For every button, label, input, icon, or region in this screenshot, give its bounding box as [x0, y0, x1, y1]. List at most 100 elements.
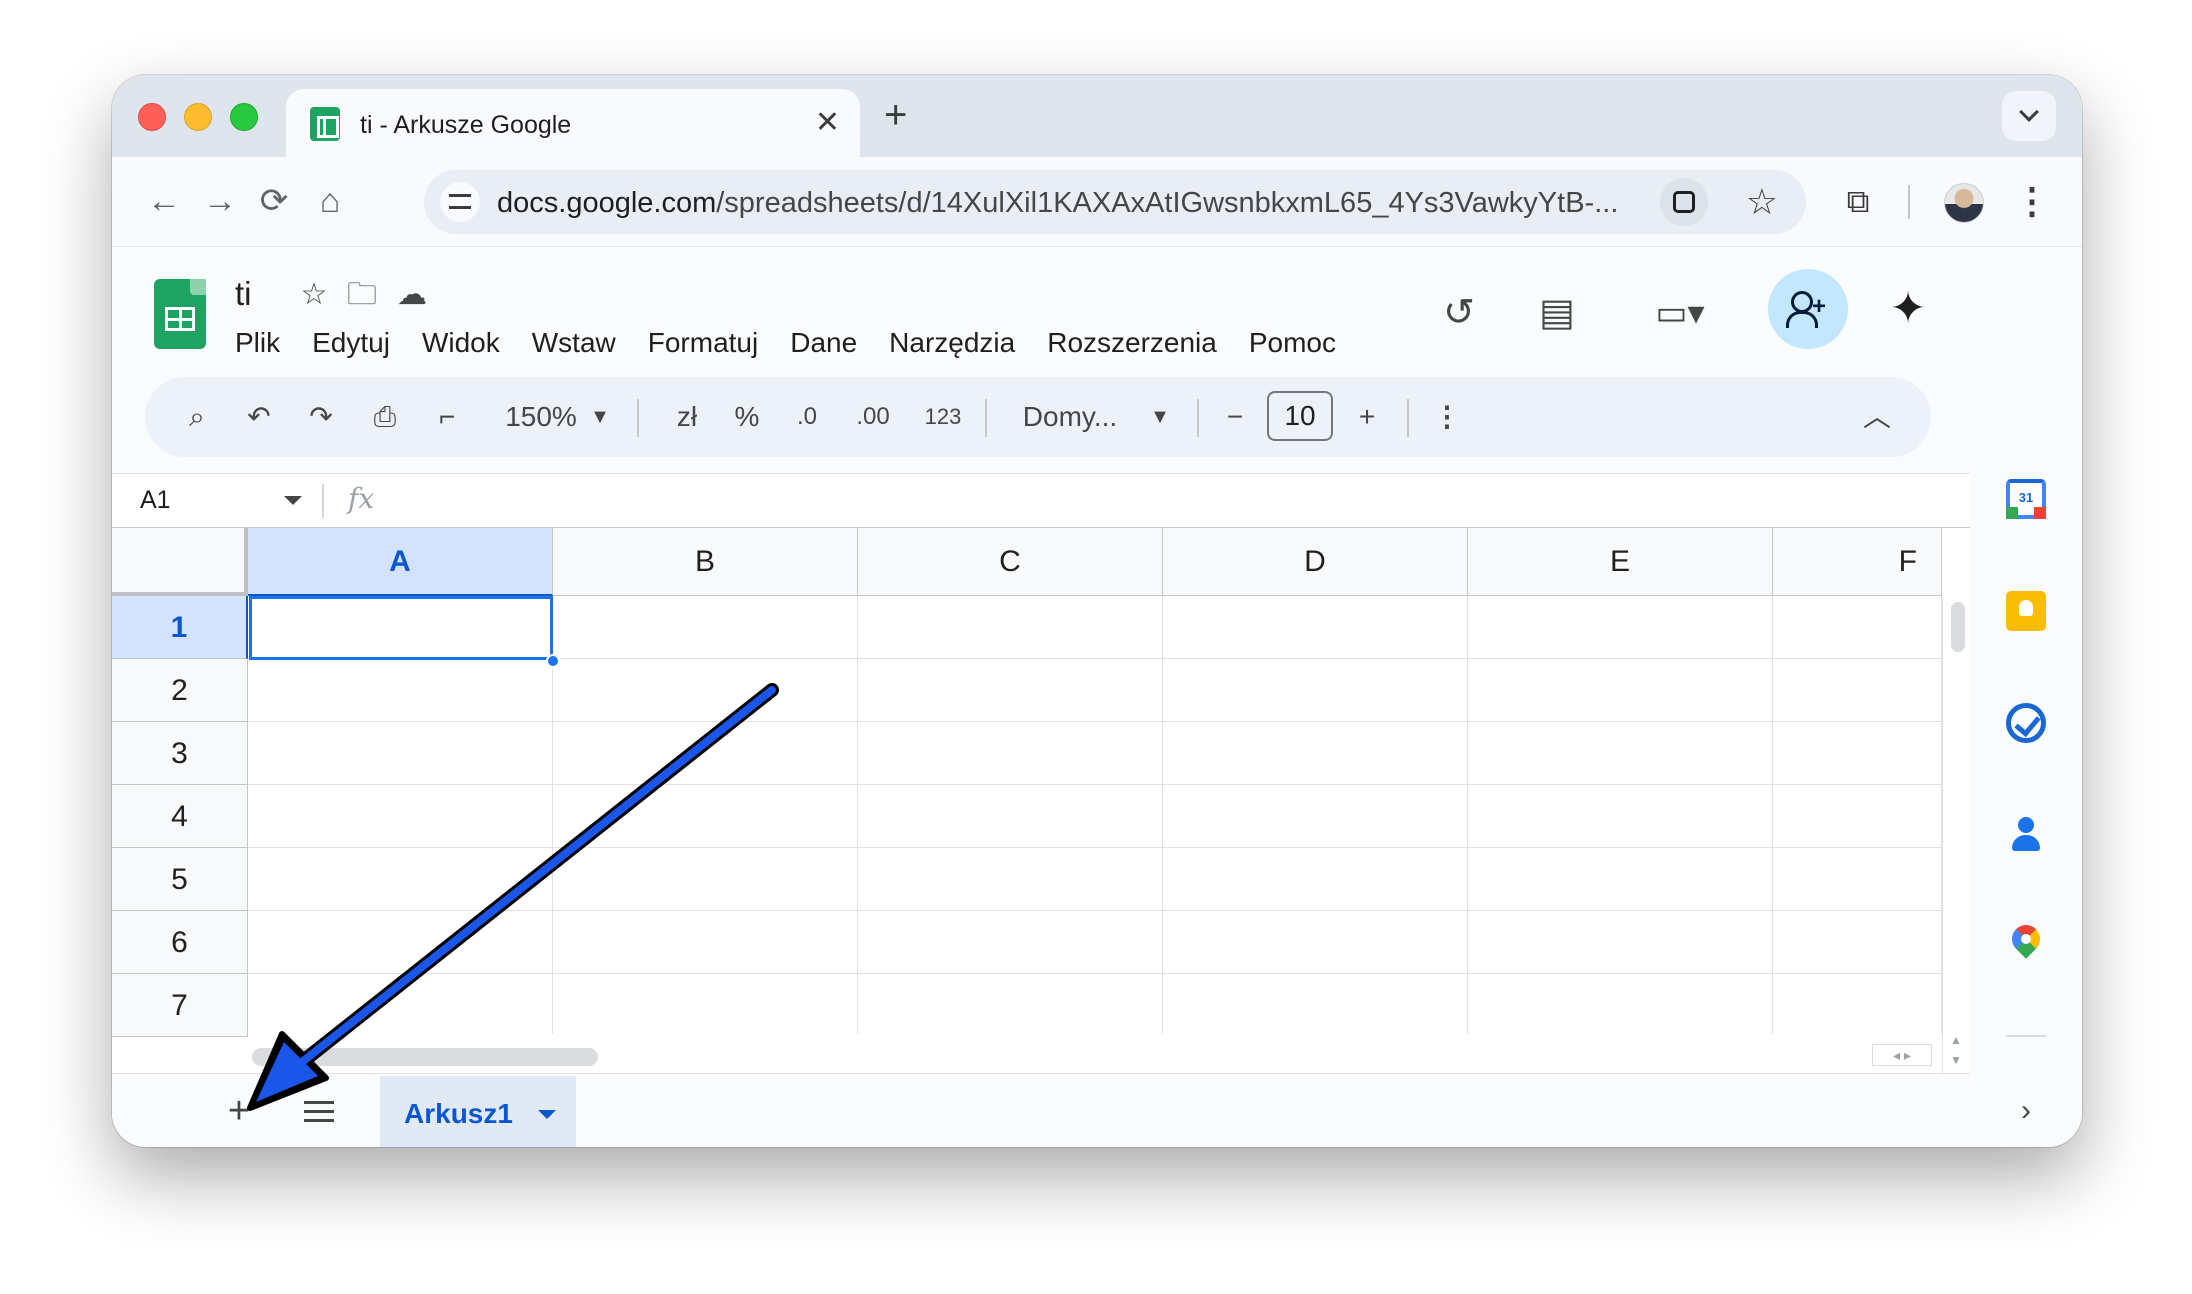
cell-c1[interactable]: [858, 596, 1163, 659]
vertical-scroll-thumb[interactable]: [1951, 602, 1965, 652]
horizontal-scroll-arrows[interactable]: ◂ ▸: [1872, 1044, 1932, 1066]
cloud-saved-icon[interactable]: ☁: [392, 277, 432, 313]
bookmark-star-icon[interactable]: ☆: [1746, 180, 1778, 224]
fullscreen-window-button[interactable]: [230, 103, 258, 131]
menu-insert[interactable]: Wstaw: [516, 325, 632, 361]
vertical-scroll-arrows[interactable]: ▲ ▼: [1947, 1030, 1965, 1070]
cell-a4[interactable]: [248, 785, 553, 848]
share-button[interactable]: +: [1768, 269, 1848, 349]
cell-e2[interactable]: [1468, 659, 1773, 722]
meet-video-icon[interactable]: ▭▾: [1640, 289, 1720, 337]
redo-icon[interactable]: ↷: [299, 395, 343, 439]
cell-e6[interactable]: [1468, 911, 1773, 974]
select-all-corner[interactable]: [112, 528, 248, 596]
font-select[interactable]: Domy...: [1015, 395, 1125, 439]
cell-d2[interactable]: [1163, 659, 1468, 722]
sheet-tab-caret-icon[interactable]: [538, 1110, 556, 1119]
row-header-2[interactable]: 2: [112, 659, 248, 722]
cell-f5[interactable]: [1773, 848, 1942, 911]
version-history-icon[interactable]: ↺: [1434, 289, 1484, 337]
cell-c6[interactable]: [858, 911, 1163, 974]
cell-e1[interactable]: [1468, 596, 1773, 659]
cell-a5[interactable]: [248, 848, 553, 911]
column-header-c[interactable]: C: [858, 528, 1163, 596]
menu-extensions[interactable]: Rozszerzenia: [1031, 325, 1233, 361]
row-header-7[interactable]: 7: [112, 974, 248, 1037]
menu-file[interactable]: Plik: [235, 325, 296, 361]
move-folder-icon[interactable]: 🗀: [342, 277, 382, 313]
decrease-decimal-button[interactable]: .0: [785, 395, 829, 439]
sheet-tab-arkusz1[interactable]: Arkusz1: [380, 1076, 576, 1147]
browser-tab-active[interactable]: ti - Arkusze Google ✕: [286, 89, 860, 157]
address-bar[interactable]: docs.google.com/spreadsheets/d/14XulXil1…: [424, 170, 1806, 234]
decrease-font-size-button[interactable]: −: [1213, 395, 1257, 439]
cell-d3[interactable]: [1163, 722, 1468, 785]
all-sheets-menu-icon[interactable]: [294, 1088, 340, 1134]
increase-decimal-button[interactable]: .00: [845, 395, 901, 439]
cell-f2[interactable]: [1773, 659, 1942, 722]
extensions-puzzle-icon[interactable]: ⧉: [1838, 179, 1878, 223]
add-sheet-button[interactable]: +: [216, 1088, 262, 1134]
browser-profile-avatar[interactable]: [1944, 183, 1984, 223]
cell-a2[interactable]: [248, 659, 553, 722]
row-header-1[interactable]: 1: [112, 596, 248, 659]
name-box-caret-icon[interactable]: [284, 496, 302, 505]
new-tab-button[interactable]: +: [884, 93, 907, 137]
cell-e7[interactable]: [1468, 974, 1773, 1037]
document-title[interactable]: ti: [235, 275, 252, 313]
cell-b4[interactable]: [553, 785, 858, 848]
more-tools-icon[interactable]: ⋮: [1425, 395, 1469, 439]
collapse-toolbar-chevron-icon[interactable]: ︿: [1855, 395, 1899, 439]
browser-menu-icon[interactable]: ⋮: [2014, 179, 2050, 223]
row-header-6[interactable]: 6: [112, 911, 248, 974]
column-header-d[interactable]: D: [1163, 528, 1468, 596]
cell-b6[interactable]: [553, 911, 858, 974]
close-window-button[interactable]: [138, 103, 166, 131]
cell-b2[interactable]: [553, 659, 858, 722]
row-header-5[interactable]: 5: [112, 848, 248, 911]
url-text[interactable]: docs.google.com/spreadsheets/d/14XulXil1…: [497, 187, 1618, 220]
column-header-b[interactable]: B: [553, 528, 858, 596]
site-settings-icon[interactable]: [440, 182, 480, 222]
tab-close-icon[interactable]: ✕: [815, 103, 840, 143]
cell-b5[interactable]: [553, 848, 858, 911]
star-icon[interactable]: ☆: [294, 277, 334, 313]
google-lens-icon[interactable]: [1660, 178, 1708, 226]
font-caret-icon[interactable]: ▼: [1145, 395, 1175, 439]
cell-d6[interactable]: [1163, 911, 1468, 974]
cell-a6[interactable]: [248, 911, 553, 974]
increase-font-size-button[interactable]: +: [1345, 395, 1389, 439]
tab-search-button[interactable]: [2002, 91, 2056, 141]
name-box[interactable]: A1: [140, 486, 171, 515]
cell-f7[interactable]: [1773, 974, 1942, 1037]
font-size-input[interactable]: 10: [1267, 391, 1333, 441]
minimize-window-button[interactable]: [184, 103, 212, 131]
sheets-logo-icon[interactable]: [154, 279, 206, 349]
active-cell-a1[interactable]: [249, 596, 553, 660]
search-menus-icon[interactable]: ⌕: [175, 395, 219, 439]
cell-c5[interactable]: [858, 848, 1163, 911]
menu-edit[interactable]: Edytuj: [296, 325, 406, 361]
cell-b1[interactable]: [553, 596, 858, 659]
menu-tools[interactable]: Narzędzia: [873, 325, 1031, 361]
print-icon[interactable]: ⎙: [363, 395, 407, 439]
row-header-3[interactable]: 3: [112, 722, 248, 785]
tasks-icon[interactable]: [2006, 703, 2046, 743]
column-header-f[interactable]: F: [1773, 528, 1942, 596]
paint-format-icon[interactable]: ⌐: [425, 395, 469, 439]
zoom-select[interactable]: 150%: [501, 395, 581, 439]
percent-format-button[interactable]: %: [725, 395, 769, 439]
cell-b3[interactable]: [553, 722, 858, 785]
cell-d4[interactable]: [1163, 785, 1468, 848]
cell-d5[interactable]: [1163, 848, 1468, 911]
calendar-icon[interactable]: 31: [2006, 479, 2046, 519]
home-icon[interactable]: ⌂: [308, 179, 352, 223]
gemini-sparkle-icon[interactable]: ✦: [1886, 287, 1930, 331]
cell-d1[interactable]: [1163, 596, 1468, 659]
zoom-caret-icon[interactable]: ▼: [585, 395, 615, 439]
cell-c4[interactable]: [858, 785, 1163, 848]
menu-help[interactable]: Pomoc: [1233, 325, 1352, 361]
cell-f6[interactable]: [1773, 911, 1942, 974]
cell-e3[interactable]: [1468, 722, 1773, 785]
cell-a3[interactable]: [248, 722, 553, 785]
